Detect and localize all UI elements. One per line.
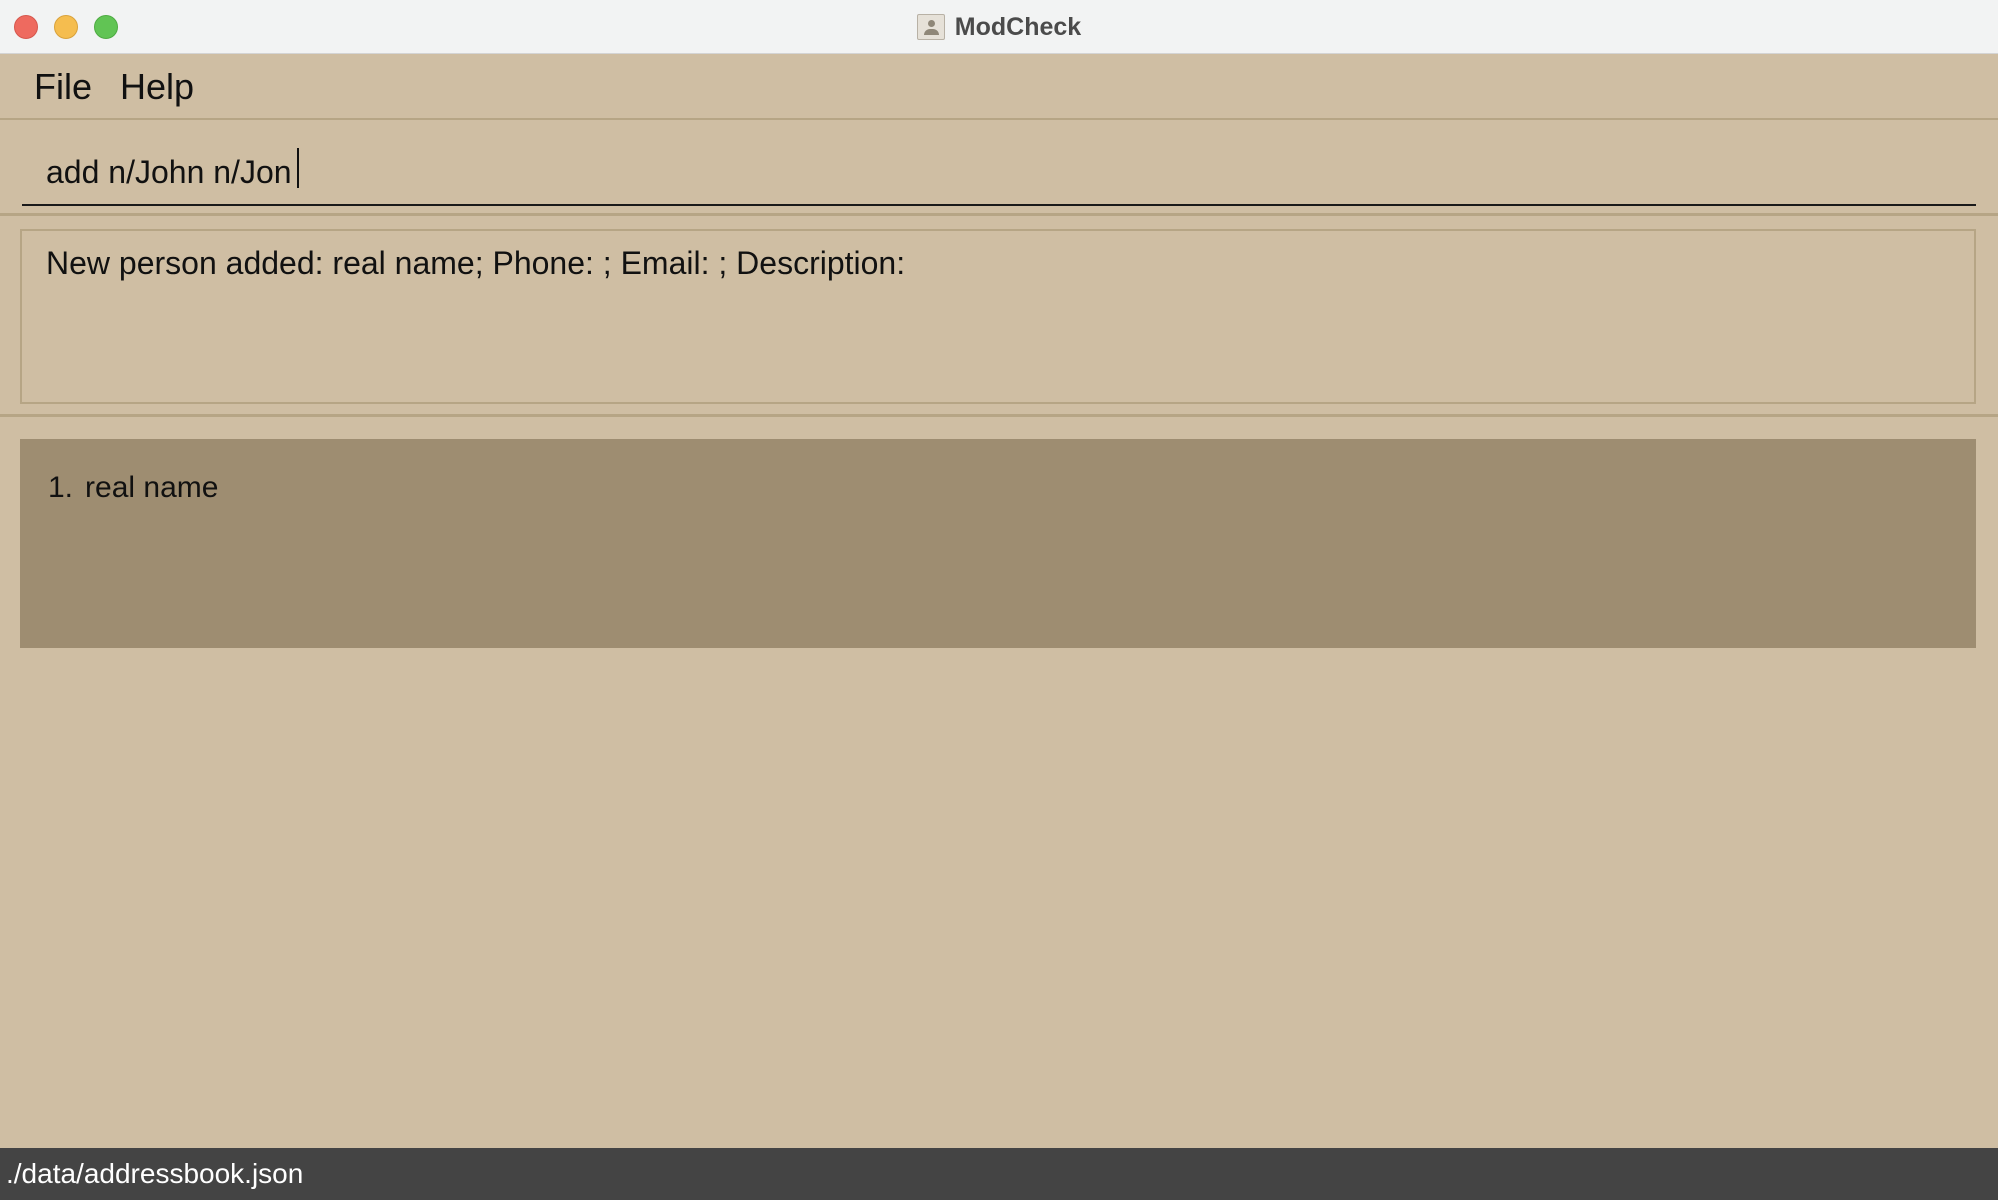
window-title-group: ModCheck [0, 0, 1998, 54]
app-window: ModCheck File Help New person added: rea… [0, 0, 1998, 1200]
person-list-panel[interactable]: 1. real name [0, 420, 1998, 1147]
command-box-panel [0, 122, 1998, 216]
menu-file[interactable]: File [20, 66, 106, 108]
title-bar: ModCheck [0, 0, 1998, 54]
address-book-icon [916, 14, 945, 40]
command-input[interactable] [22, 140, 1976, 206]
result-display: New person added: real name; Phone: ; Em… [20, 229, 1976, 404]
status-bar: ./data/addressbook.json [0, 1148, 1998, 1200]
person-name: real name [85, 471, 219, 504]
window-title: ModCheck [954, 12, 1082, 41]
text-caret [297, 148, 299, 188]
save-location-path: ./data/addressbook.json [6, 1158, 304, 1189]
person-index: 1. [48, 471, 74, 504]
result-display-panel: New person added: real name; Phone: ; Em… [0, 219, 1998, 417]
menu-help[interactable]: Help [106, 66, 208, 108]
menu-bar: File Help [0, 55, 1998, 120]
person-card[interactable]: 1. real name [20, 439, 1976, 648]
